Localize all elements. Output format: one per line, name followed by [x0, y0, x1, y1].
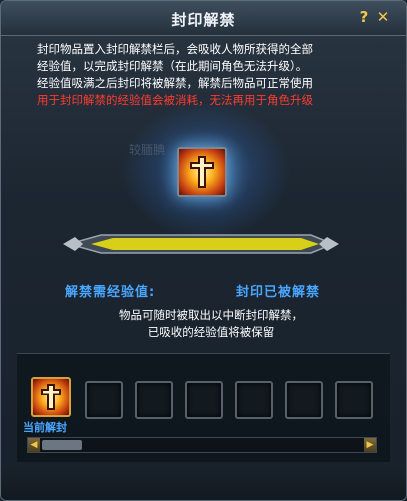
- description-line-3: 经验值吸满之后封印将被解禁，解禁后物品可正常使用: [37, 76, 313, 90]
- item-slot-5[interactable]: [285, 381, 323, 419]
- current-unseal-slot[interactable]: [31, 377, 71, 417]
- description-line-1: 封印物品置入封印解禁栏后，会吸收人物所获得的全部: [37, 42, 313, 56]
- item-slot-4[interactable]: [235, 381, 273, 419]
- slot-scrollbar[interactable]: ◀ ▶: [27, 437, 377, 453]
- scroll-right-arrow[interactable]: ▶: [364, 438, 376, 452]
- sealed-item-slot[interactable]: [177, 147, 227, 197]
- bottom-footer: [1, 463, 406, 500]
- item-slot-2[interactable]: [135, 381, 173, 419]
- item-slot-3[interactable]: [185, 381, 223, 419]
- scroll-thumb[interactable]: [42, 440, 82, 450]
- seal-unlock-window: 封印解禁 ? ✕ 封印物品置入封印解禁栏后，会吸收人物所获得的全部 经验值，以完…: [0, 0, 407, 501]
- note-line-2: 已吸收的经验值将被保留: [147, 325, 275, 339]
- window-title: 封印解禁: [171, 11, 236, 29]
- close-button[interactable]: ✕: [375, 8, 391, 26]
- experience-bar: [63, 234, 339, 254]
- required-exp-label: 解禁需经验值:: [65, 285, 156, 300]
- item-slot-6[interactable]: [335, 381, 373, 419]
- description-line-2: 经验值，以完成封印解禁（在此期间角色无法升级）。: [37, 59, 308, 73]
- sealed-cross-icon: [190, 156, 214, 188]
- scroll-left-arrow[interactable]: ◀: [28, 438, 40, 452]
- description: 封印物品置入封印解禁栏后，会吸收人物所获得的全部 经验值，以完成封印解禁（在此期…: [37, 41, 377, 109]
- unlock-status-label: 封印已被解禁: [236, 285, 321, 300]
- background-ghost-text: 较腼腆: [129, 143, 166, 157]
- item-slot-1[interactable]: [85, 381, 123, 419]
- title-bar[interactable]: 封印解禁 ? ✕: [1, 1, 406, 36]
- current-unseal-label: 当前解封: [23, 421, 67, 434]
- note-line-1: 物品可随时被取出以中断封印解禁，: [119, 308, 303, 322]
- sealed-cross-icon: [41, 384, 61, 410]
- help-button[interactable]: ?: [356, 8, 372, 26]
- note: 物品可随时被取出以中断封印解禁， 已吸收的经验值将被保留: [61, 307, 361, 341]
